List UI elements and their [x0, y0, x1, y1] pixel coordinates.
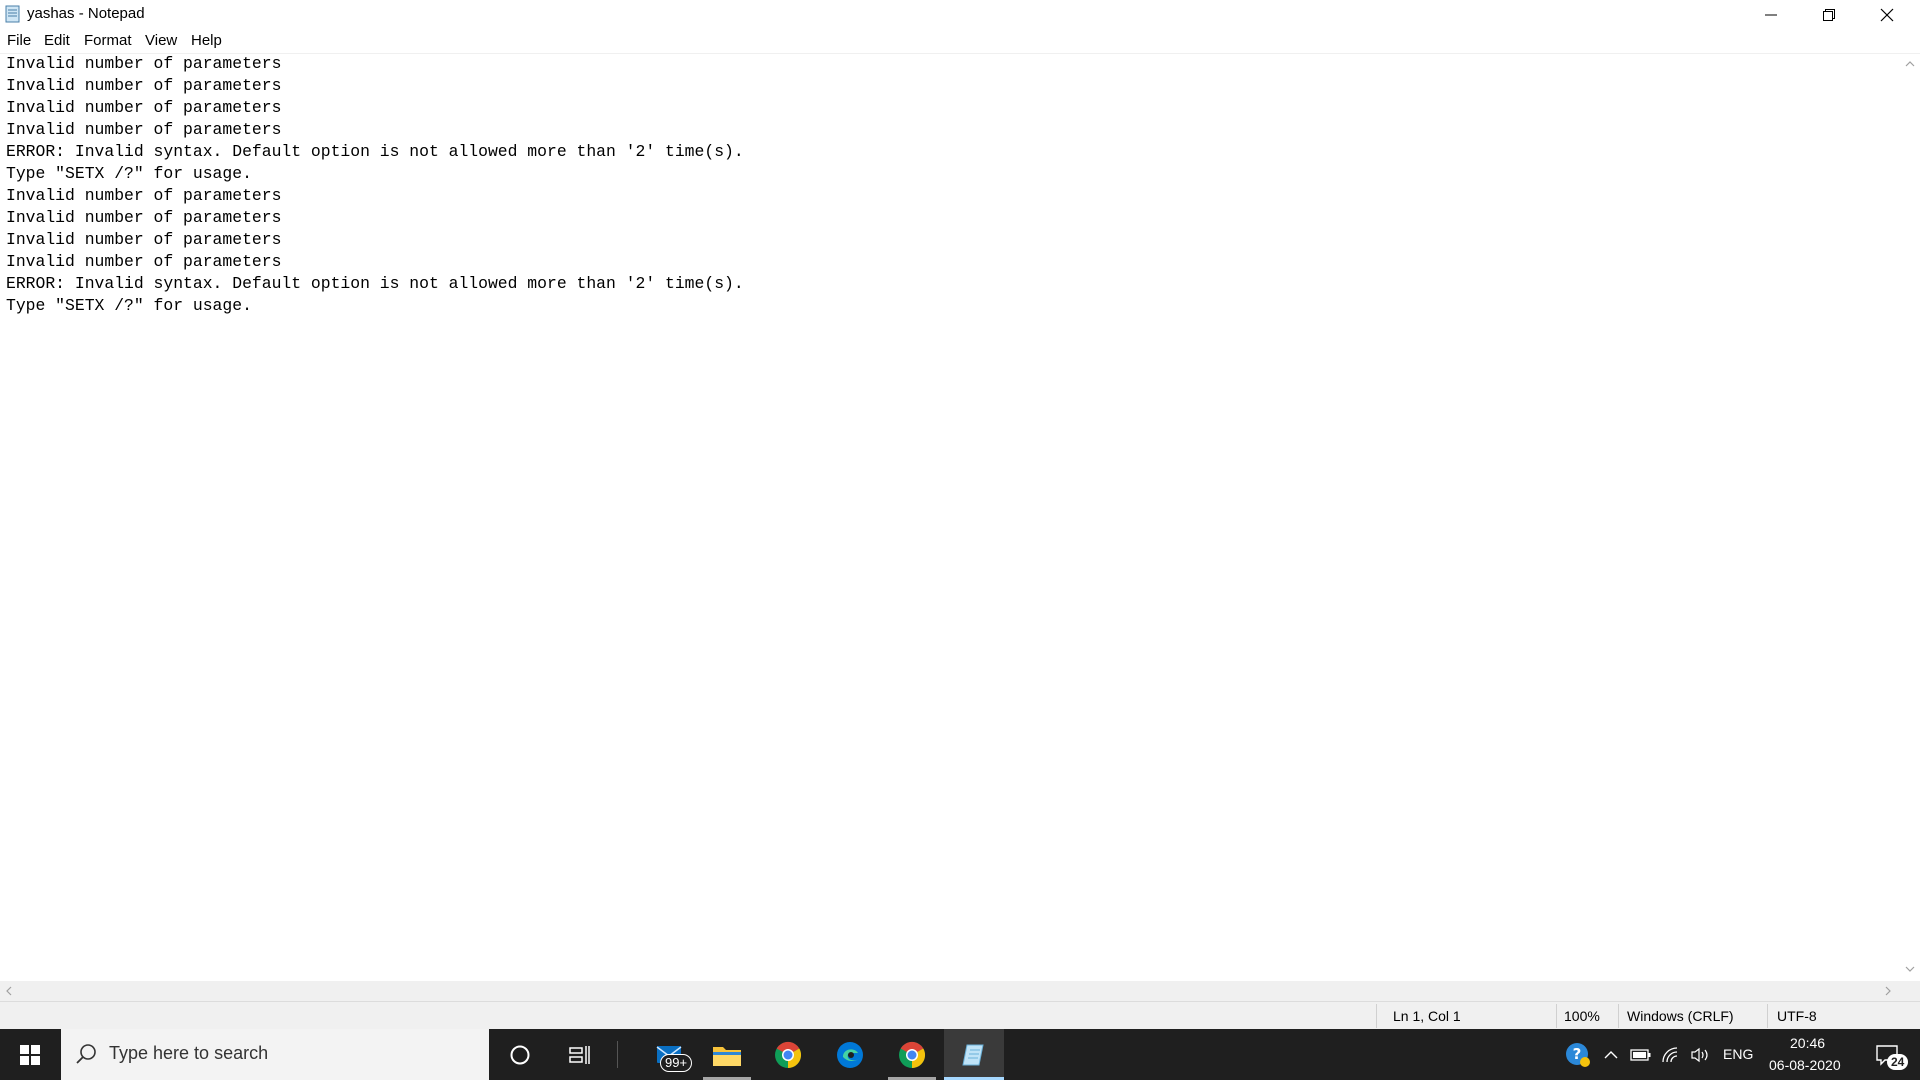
volume-button[interactable] [1686, 1029, 1714, 1080]
battery-button[interactable] [1628, 1029, 1654, 1080]
status-divider [1767, 1004, 1768, 1028]
minimize-button[interactable] [1742, 0, 1800, 29]
status-divider [1376, 1004, 1377, 1028]
cortana-button[interactable] [490, 1029, 550, 1080]
chrome-app-2[interactable] [882, 1029, 942, 1080]
notepad-app[interactable] [944, 1029, 1004, 1080]
help-icon: ? [1566, 1042, 1590, 1067]
status-divider [1556, 1004, 1557, 1028]
window-title: yashas - Notepad [27, 5, 145, 22]
scroll-right-icon[interactable] [1884, 986, 1892, 996]
scroll-left-icon[interactable] [5, 986, 13, 996]
start-button[interactable] [0, 1029, 60, 1080]
scroll-up-icon[interactable] [1905, 60, 1915, 68]
line-ending: Windows (CRLF) [1627, 1008, 1734, 1024]
chrome-icon [899, 1041, 926, 1068]
task-view-button[interactable] [550, 1029, 610, 1080]
minimize-icon [1765, 14, 1777, 15]
clock-time[interactable]: 20:46 [1790, 1035, 1825, 1051]
menu-edit[interactable]: Edit [41, 32, 73, 49]
clock-date[interactable]: 06-08-2020 [1769, 1057, 1841, 1073]
text-line: Invalid number of parameters [6, 252, 282, 271]
text-editor[interactable]: Invalid number of parameters Invalid num… [0, 54, 1900, 981]
file-explorer-app[interactable] [697, 1029, 757, 1080]
status-bar: Ln 1, Col 1 100% Windows (CRLF) UTF-8 [0, 1001, 1920, 1030]
scrollbar-corner [1900, 981, 1920, 1001]
chevron-up-icon [1604, 1050, 1618, 1058]
edge-app[interactable] [820, 1029, 880, 1080]
notification-center-button[interactable]: 24 [1862, 1029, 1912, 1080]
restore-button[interactable] [1800, 0, 1858, 29]
search-placeholder: Type here to search [109, 1043, 269, 1063]
horizontal-scrollbar[interactable] [0, 981, 1900, 1001]
text-line: ERROR: Invalid syntax. Default option is… [6, 142, 744, 161]
taskbar: Type here to search 99+ ? ENG 20:46 06-0… [0, 1029, 1920, 1080]
chrome-app[interactable] [758, 1029, 818, 1080]
mail-app[interactable]: 99+ [640, 1029, 700, 1080]
notepad-icon [962, 1044, 984, 1065]
windows-start-icon [20, 1044, 40, 1065]
menu-bar: File Edit Format View Help [0, 29, 1920, 54]
notepad-window: yashas - Notepad File Edit Format View H… [0, 0, 1920, 1030]
text-line: Invalid number of parameters [6, 230, 282, 249]
notepad-icon [5, 5, 20, 23]
restore-icon [1823, 8, 1835, 21]
encoding: UTF-8 [1777, 1008, 1817, 1024]
search-icon [76, 1044, 96, 1064]
text-line: Invalid number of parameters [6, 120, 282, 139]
cursor-position: Ln 1, Col 1 [1393, 1008, 1461, 1024]
text-line: ERROR: Invalid syntax. Default option is… [6, 274, 744, 293]
edge-icon [837, 1041, 863, 1068]
cortana-icon [510, 1045, 530, 1064]
search-box[interactable]: Type here to search [61, 1029, 489, 1080]
text-line: Invalid number of parameters [6, 76, 282, 95]
wifi-icon [1662, 1046, 1678, 1062]
menu-format[interactable]: Format [81, 32, 135, 49]
mail-badge: 99+ [660, 1054, 693, 1072]
text-line: Invalid number of parameters [6, 186, 282, 205]
text-line: Type "SETX /?" for usage. [6, 296, 252, 315]
close-button[interactable] [1858, 0, 1916, 29]
file-explorer-icon [713, 1046, 741, 1066]
notification-count: 24 [1887, 1054, 1909, 1070]
text-line: Invalid number of parameters [6, 54, 282, 73]
chrome-icon [775, 1041, 802, 1068]
speaker-icon [1691, 1047, 1708, 1062]
task-view-icon [569, 1045, 590, 1064]
vertical-scrollbar[interactable] [1900, 54, 1920, 981]
menu-help[interactable]: Help [188, 32, 225, 49]
menu-file[interactable]: File [4, 32, 34, 49]
scroll-down-icon[interactable] [1905, 965, 1915, 973]
text-line: Invalid number of parameters [6, 208, 282, 227]
svg-text:?: ? [1573, 1045, 1582, 1063]
text-line: Type "SETX /?" for usage. [6, 164, 252, 183]
close-icon [1880, 8, 1894, 21]
battery-icon [1630, 1048, 1651, 1061]
status-divider [1618, 1004, 1619, 1028]
title-bar[interactable]: yashas - Notepad [0, 0, 1920, 29]
text-line: Invalid number of parameters [6, 98, 282, 117]
show-hidden-icons-button[interactable] [1599, 1029, 1623, 1080]
input-language[interactable]: ENG [1723, 1046, 1753, 1062]
zoom-level: 100% [1564, 1008, 1600, 1024]
network-button[interactable] [1657, 1029, 1685, 1080]
menu-view[interactable]: View [142, 32, 180, 49]
help-tray-button[interactable]: ? [1563, 1029, 1593, 1080]
taskbar-divider [617, 1041, 618, 1068]
